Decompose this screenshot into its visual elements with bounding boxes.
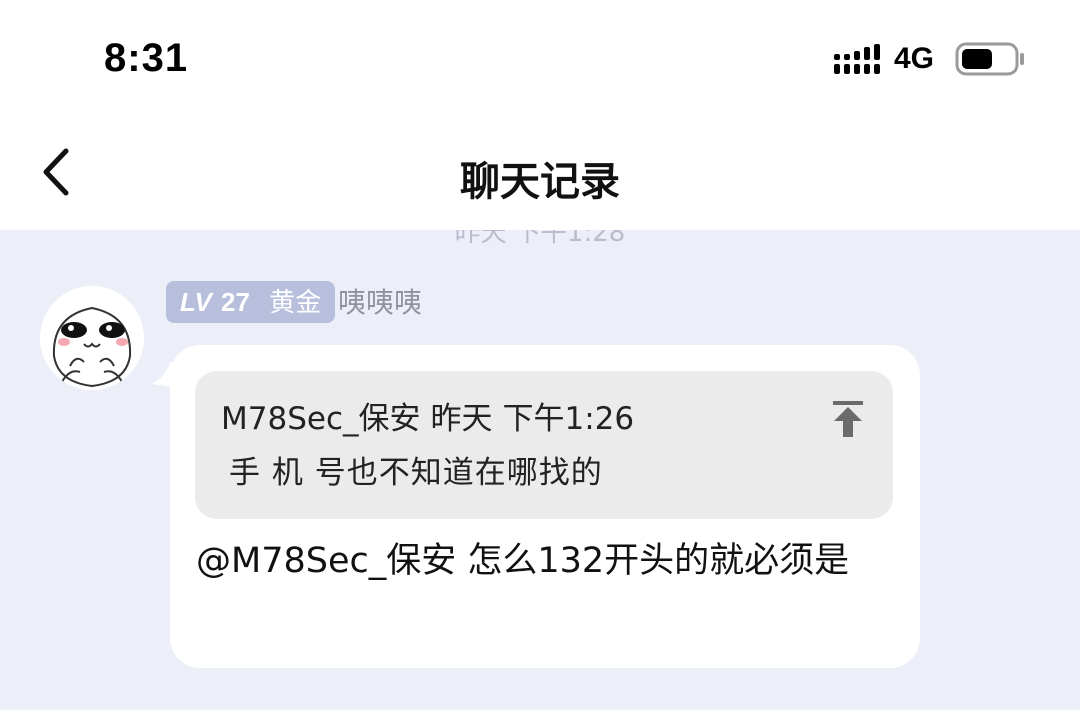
page-title: 聊天记录 — [460, 159, 620, 205]
battery-icon — [955, 42, 1024, 76]
quote-time: 下午1:26 — [502, 401, 635, 437]
navigation-bar: 聊天记录 — [0, 115, 1080, 230]
message-text: @M78Sec_保安 怎么132开头的就必须是 — [196, 541, 850, 581]
quoted-message[interactable]: M78Sec_保安 昨天 下午1:26 手 机 号也不知道在哪找的 — [195, 371, 893, 519]
quote-header: M78Sec_保安 昨天 下午1:26 — [221, 399, 634, 439]
network-type-label: 4G — [894, 42, 935, 75]
quote-text: 手 机 号也不知道在哪找的 — [229, 455, 603, 491]
quote-date: 昨天 — [430, 401, 493, 437]
message-timestamp: 昨天 下午1:28 — [454, 230, 626, 248]
cartoon-face-icon — [40, 286, 144, 390]
level-tier: 黄金 — [269, 288, 322, 318]
status-bar: 8:31 4G — [0, 0, 1080, 115]
level-badge: LV 27 黄金 — [166, 281, 336, 323]
arrow-to-top-icon[interactable] — [831, 399, 865, 439]
status-time: 8:31 — [104, 36, 189, 80]
quote-author: M78Sec_保安 — [221, 401, 421, 437]
level-number: 27 — [221, 287, 250, 317]
signal-bars-icon — [834, 44, 880, 74]
level-prefix: LV — [180, 287, 212, 317]
chat-history-area[interactable]: 昨天 下午1:28 LV 27 黄金 咦咦咦 M78Sec_保安 昨天 下午1:26 — [0, 230, 1080, 710]
avatar[interactable] — [40, 286, 144, 390]
message-bubble[interactable]: M78Sec_保安 昨天 下午1:26 手 机 号也不知道在哪找的 @M78Sec_… — [170, 345, 920, 668]
sender-name: 咦咦咦 — [338, 286, 423, 319]
